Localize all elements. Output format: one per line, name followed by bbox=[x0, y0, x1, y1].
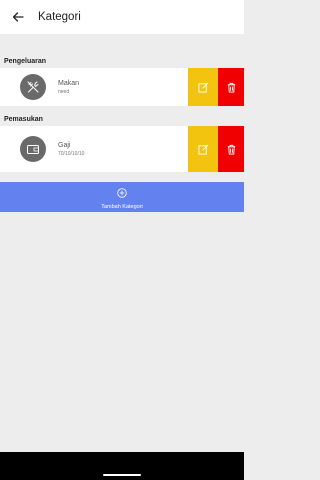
category-name: Gaji bbox=[58, 141, 71, 149]
category-row[interactable]: Gaji 70/10/10/10 bbox=[0, 126, 244, 172]
utensils-icon bbox=[27, 81, 39, 93]
category-avatar bbox=[20, 74, 46, 100]
category-description: need bbox=[58, 88, 70, 95]
section-label-pengeluaran: Pengeluaran bbox=[0, 56, 244, 68]
category-description: 70/10/10/10 bbox=[58, 150, 85, 157]
trash-icon bbox=[227, 82, 235, 93]
page-title: Kategori bbox=[38, 11, 81, 23]
category-avatar bbox=[20, 136, 46, 162]
arrow-left-icon bbox=[12, 12, 24, 22]
back-button[interactable] bbox=[4, 0, 32, 34]
add-category-button[interactable]: Tambah Kategori bbox=[0, 182, 244, 212]
category-row[interactable]: Makan need bbox=[0, 68, 244, 106]
add-category-label: Tambah Kategori bbox=[101, 203, 143, 210]
edit-button[interactable] bbox=[188, 68, 218, 106]
plus-circle-icon bbox=[117, 185, 127, 203]
category-name: Makan bbox=[58, 79, 80, 87]
delete-button[interactable] bbox=[218, 68, 244, 106]
edit-button[interactable] bbox=[188, 126, 218, 172]
system-nav-bar bbox=[0, 452, 244, 480]
home-indicator[interactable] bbox=[103, 474, 141, 476]
edit-icon bbox=[197, 82, 208, 93]
delete-button[interactable] bbox=[218, 126, 244, 172]
app-bar: Kategori bbox=[0, 0, 244, 34]
trash-icon bbox=[227, 144, 235, 155]
edit-icon bbox=[197, 144, 208, 155]
wallet-icon bbox=[27, 145, 39, 154]
section-label-pemasukan: Pemasukan bbox=[0, 114, 244, 126]
